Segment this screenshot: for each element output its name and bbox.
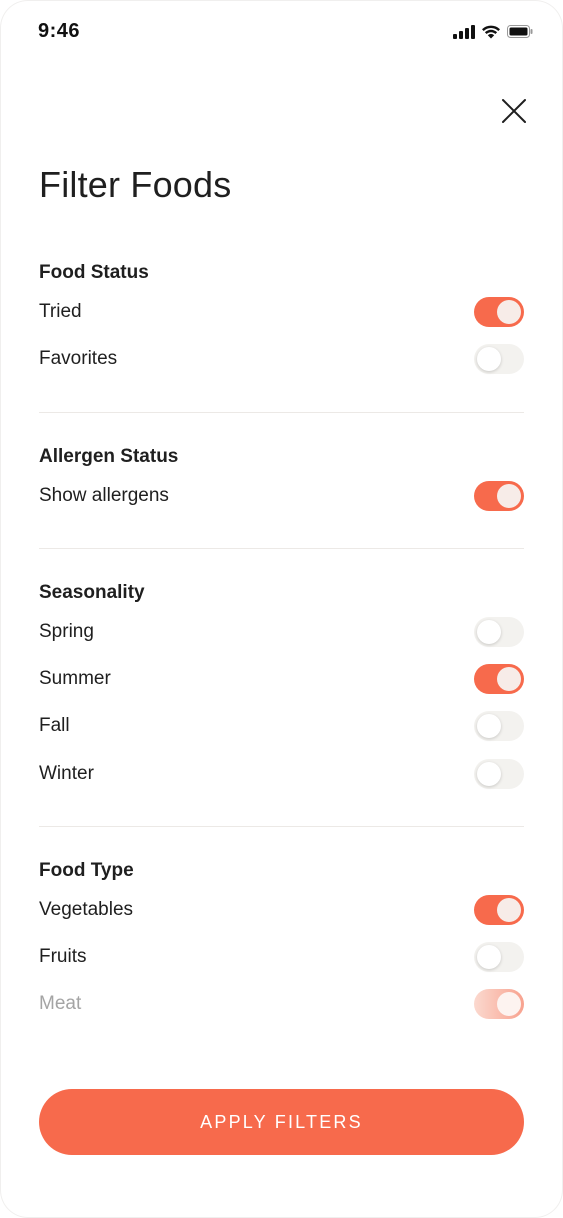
- wifi-icon: [481, 24, 501, 44]
- toggle-favorites[interactable]: [474, 343, 524, 374]
- apply-filters-button[interactable]: APPLY FILTERS: [39, 1089, 524, 1155]
- close-button[interactable]: [499, 96, 529, 126]
- toggle-fall[interactable]: [474, 711, 524, 742]
- filter-label: Winter: [39, 762, 94, 784]
- section-divider: [39, 548, 524, 549]
- filter-label: Vegetables: [39, 898, 134, 920]
- section-title: Seasonality: [39, 582, 145, 603]
- toggle-knob: [477, 619, 501, 644]
- filter-row-spring: Spring: [39, 608, 524, 655]
- status-icons: [453, 24, 533, 44]
- filter-label: Spring: [39, 620, 94, 642]
- filter-label: Tried: [39, 300, 82, 322]
- filter-screen: 9:46 Filter Foods Food Status Tried Favo…: [0, 0, 563, 1218]
- filter-label: Favorites: [39, 347, 118, 369]
- filter-row-tried: Tried: [39, 288, 524, 335]
- toggle-summer[interactable]: [474, 663, 524, 694]
- section-seasonality: Seasonality Spring Summer Fall Winter: [39, 578, 524, 797]
- filter-row-summer: Summer: [39, 655, 524, 702]
- section-divider: [39, 412, 524, 413]
- toggle-knob: [477, 944, 501, 969]
- battery-icon: [507, 25, 533, 43]
- status-time: 9:46: [38, 20, 81, 42]
- section-title: Food Status: [39, 262, 149, 283]
- section-allergen-status: Allergen Status Show allergens: [39, 442, 524, 519]
- toggle-knob: [497, 992, 521, 1017]
- page-title: Filter Foods: [39, 164, 232, 205]
- toggle-knob: [497, 299, 521, 324]
- section-title: Allergen Status: [39, 446, 179, 467]
- section-food-type: Food Type Vegetables Fruits Meat: [39, 856, 524, 1028]
- filter-row-fall: Fall: [39, 703, 524, 750]
- toggle-knob: [477, 346, 501, 371]
- toggle-knob: [477, 714, 501, 739]
- toggle-fruits[interactable]: [474, 941, 524, 972]
- status-bar: 9:46: [0, 0, 563, 64]
- toggle-knob: [477, 761, 501, 786]
- cellular-signal-icon: [453, 24, 475, 44]
- filter-row-vegetables: Vegetables: [39, 886, 524, 933]
- filter-row-favorites: Favorites: [39, 335, 524, 382]
- section-divider: [39, 826, 524, 827]
- filter-row-meat: Meat: [39, 981, 524, 1028]
- filter-row-winter: Winter: [39, 750, 524, 797]
- toggle-tried[interactable]: [474, 296, 524, 327]
- toggle-show-allergens[interactable]: [474, 480, 524, 511]
- toggle-winter[interactable]: [474, 758, 524, 789]
- filter-label: Summer: [39, 667, 111, 689]
- toggle-knob: [497, 666, 521, 691]
- section-title: Food Type: [39, 860, 134, 881]
- toggle-spring[interactable]: [474, 616, 524, 647]
- filter-label: Meat: [39, 993, 82, 1015]
- close-icon: [502, 99, 526, 123]
- filter-label: Fruits: [39, 945, 87, 967]
- section-food-status: Food Status Tried Favorites: [39, 258, 524, 383]
- filter-label: Show allergens: [39, 484, 169, 506]
- filter-row-fruits: Fruits: [39, 933, 524, 980]
- toggle-knob: [497, 483, 521, 508]
- filter-label: Fall: [39, 715, 70, 737]
- toggle-knob: [497, 897, 521, 922]
- toggle-meat[interactable]: [474, 989, 524, 1020]
- toggle-vegetables[interactable]: [474, 894, 524, 925]
- filter-row-show-allergens: Show allergens: [39, 472, 524, 519]
